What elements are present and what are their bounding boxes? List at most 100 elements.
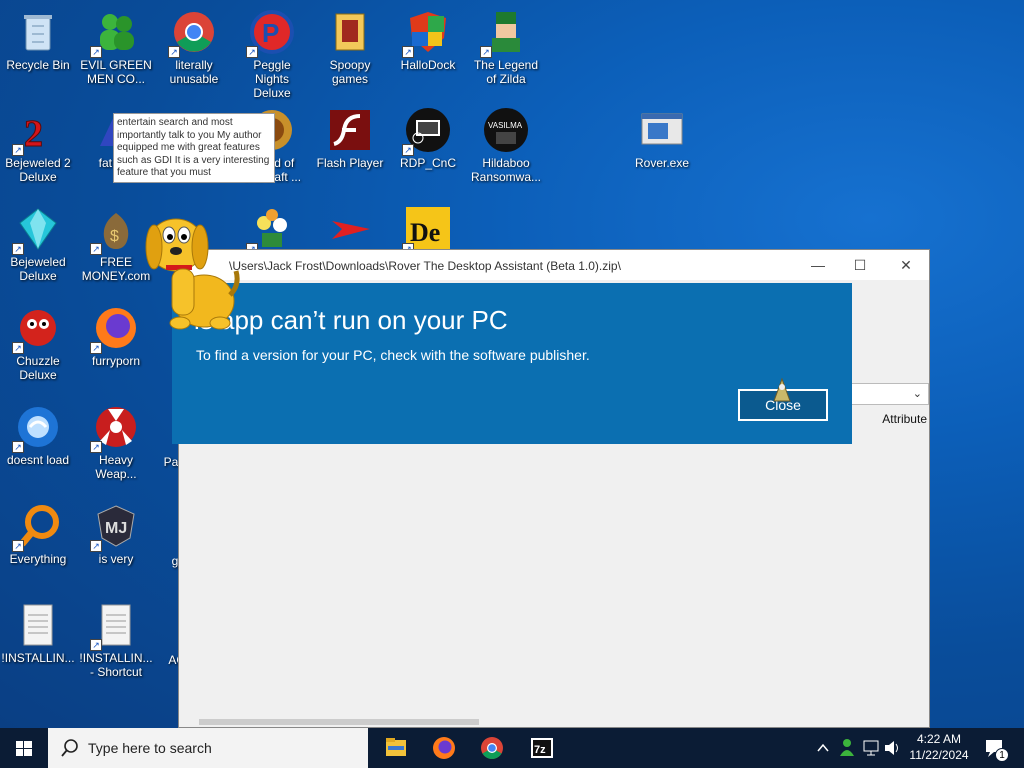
search-icon — [61, 739, 78, 757]
desktop-icon-doesnt-load[interactable]: ↗ doesnt load — [0, 397, 76, 489]
desktop-icon-heavy-weapon[interactable]: ↗ Heavy Weap... — [78, 397, 154, 489]
bejeweled-deluxe-icon: ↗ — [12, 205, 62, 255]
shortcut-arrow-icon: ↗ — [90, 342, 102, 354]
desktop-icon-peggle[interactable]: P ↗ Peggle Nights Deluxe — [234, 2, 310, 100]
desktop-icon-bejeweled-2[interactable]: 2 ↗ Bejeweled 2 Deluxe — [0, 100, 76, 192]
notification-count-badge: 1 — [995, 748, 1009, 762]
firefox-desktop-icon: ↗ — [90, 304, 140, 354]
hallodock-icon: ↗ — [402, 8, 452, 58]
file-explorer-icon — [386, 738, 406, 756]
window-close-button[interactable]: ✕ — [895, 254, 917, 276]
legend-zilda-icon: ↗ — [480, 8, 530, 58]
chevron-up-icon — [817, 743, 829, 752]
shortcut-arrow-icon: ↗ — [168, 46, 180, 58]
firefox-icon — [433, 737, 455, 759]
doesnt-load-icon: ↗ — [12, 403, 62, 453]
svg-text:MJ: MJ — [105, 520, 127, 537]
shortcut-arrow-icon: ↗ — [12, 243, 24, 255]
is-very-icon: MJ ↗ — [90, 502, 140, 552]
desktop-icon-is-very[interactable]: MJ ↗ is very — [78, 496, 154, 588]
heavy-weapon-icon: ↗ — [90, 403, 140, 453]
shortcut-arrow-icon: ↗ — [246, 46, 258, 58]
dialog-message: To find a version for your PC, check wit… — [196, 347, 590, 363]
people-icon — [840, 739, 854, 756]
taskbar-7zip[interactable]: 7z — [518, 728, 566, 768]
taskbar-clock[interactable]: 4:22 AM 11/22/2024 — [900, 731, 978, 763]
volume-icon — [885, 741, 898, 755]
shortcut-arrow-icon: ↗ — [480, 46, 492, 58]
svg-text:7z: 7z — [534, 744, 546, 756]
desktop-icon-hallodock[interactable]: ↗ HalloDock — [390, 2, 466, 94]
chrome-icon — [481, 737, 503, 759]
taskbar-file-explorer[interactable] — [372, 728, 420, 768]
network-button[interactable] — [860, 728, 882, 768]
volume-button[interactable] — [882, 728, 902, 768]
spoopy-games-icon — [326, 8, 374, 56]
taskbar: Type here to search 7z 4:22 AM 11/22/202… — [0, 728, 1024, 768]
desktop-icon-bejeweled-deluxe[interactable]: ↗ Bejeweled Deluxe — [0, 199, 76, 291]
chevron-down-icon: ⌄ — [912, 388, 922, 400]
shortcut-arrow-icon: ↗ — [90, 243, 102, 255]
windows-logo-icon — [16, 741, 32, 756]
shortcut-arrow-icon: ↗ — [402, 46, 414, 58]
window-titlebar[interactable]: \Users\Jack Frost\Downloads\Rover The De… — [179, 250, 929, 280]
svg-text:2: 2 — [24, 113, 43, 154]
peggle-icon: P ↗ — [246, 8, 296, 58]
desktop-icon-literally-unusable[interactable]: ↗ literally unusable — [156, 2, 232, 94]
start-button[interactable] — [0, 728, 48, 768]
flash-player-icon — [326, 106, 374, 154]
flower-pot-icon: ↗ — [246, 205, 296, 255]
svg-text:P: P — [262, 18, 279, 48]
free-money-icon: $ ↗ — [90, 205, 140, 255]
error-dialog: is app can’t run on your PC To find a ve… — [172, 283, 852, 444]
rover-speech-bubble: entertain search and most importantly ta… — [113, 113, 275, 183]
desktop-icon-spoopy-games[interactable]: Spoopy games — [312, 2, 388, 94]
rover-exe-icon — [638, 106, 686, 154]
svg-text:$: $ — [110, 228, 119, 245]
notification-center-button[interactable]: 1 — [980, 728, 1010, 768]
tray-user-app[interactable] — [836, 728, 858, 768]
desktop-icon-legend-zilda[interactable]: ↗ The Legend of Zilda — [468, 2, 544, 94]
svg-text:VASILMA: VASILMA — [488, 121, 523, 130]
view-dropdown[interactable]: ⌄ — [845, 383, 929, 405]
evil-green-men-icon: ↗ — [90, 8, 140, 58]
chuzzle-icon: ↗ — [12, 304, 62, 354]
installing-shortcut-icon: ↗ — [90, 601, 140, 651]
installing-file-icon — [14, 601, 62, 649]
horizontal-scrollbar[interactable] — [199, 719, 479, 725]
taskbar-search-box[interactable]: Type here to search — [48, 728, 368, 768]
taskbar-chrome[interactable] — [468, 728, 516, 768]
everything-icon: ↗ — [12, 502, 62, 552]
tiny-figure-icon — [772, 377, 792, 403]
red-arrow-icon — [326, 205, 374, 253]
show-hidden-icons-button[interactable] — [812, 728, 834, 768]
desktop-icon-evil-green-men[interactable]: ↗ EVIL GREEN MEN CO... — [78, 2, 154, 94]
desktop-icon-installing-file[interactable]: !INSTALLIN... — [0, 595, 76, 687]
desktop-icon-rover-exe[interactable]: Rover.exe — [624, 100, 700, 192]
desktop-icon-rdp-cnc[interactable]: ↗ RDP_CnC — [390, 100, 466, 192]
clock-date: 11/22/2024 — [909, 748, 969, 762]
maximize-button[interactable]: ☐ — [849, 254, 871, 276]
shortcut-arrow-icon: ↗ — [12, 540, 24, 552]
rover-dog-assistant[interactable] — [142, 205, 242, 335]
desktop-icon-everything[interactable]: ↗ Everything — [0, 496, 76, 588]
de-logo-icon: De ↗ — [402, 205, 452, 255]
attribute-column-header[interactable]: Attribute — [882, 412, 927, 426]
window-path: \Users\Jack Frost\Downloads\Rover The De… — [229, 259, 621, 273]
desktop-icon-hildaboo[interactable]: VASILMA Hildaboo Ransomwa... — [468, 100, 544, 192]
desktop-icon-chuzzle[interactable]: ↗ Chuzzle Deluxe — [0, 298, 76, 390]
desktop-icon-flash-player[interactable]: Flash Player — [312, 100, 388, 192]
taskbar-firefox[interactable] — [420, 728, 468, 768]
shortcut-arrow-icon: ↗ — [90, 540, 102, 552]
svg-text:De: De — [410, 218, 440, 247]
recycle-bin-icon — [14, 8, 62, 56]
rdp-cnc-icon: ↗ — [402, 106, 452, 156]
network-icon — [863, 740, 879, 756]
minimize-button[interactable]: — — [807, 254, 829, 276]
bejeweled-2-icon: 2 ↗ — [12, 106, 62, 156]
desktop-icon-installing-shortcut[interactable]: ↗ !INSTALLIN... - Shortcut — [78, 595, 154, 687]
shortcut-arrow-icon: ↗ — [90, 441, 102, 453]
desktop-icon-recycle-bin[interactable]: Recycle Bin — [0, 2, 76, 94]
chrome-icon: ↗ — [168, 8, 218, 58]
clock-time: 4:22 AM — [916, 732, 962, 746]
